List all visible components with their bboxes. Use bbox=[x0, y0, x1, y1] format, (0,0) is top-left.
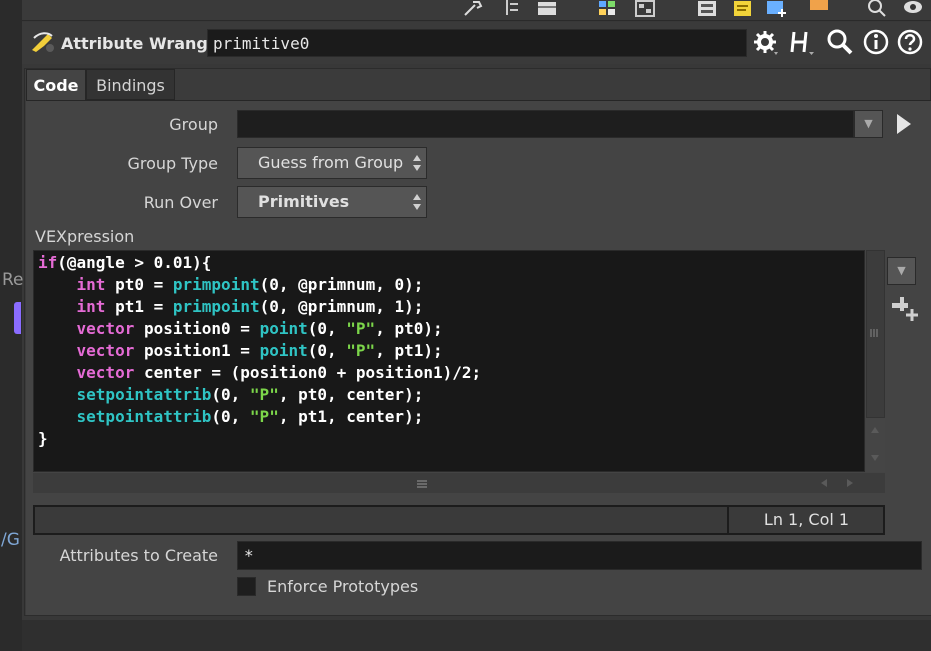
editor-vertical-scrollbar[interactable] bbox=[866, 250, 885, 472]
parameter-header: Attribute Wrangle primitive0 bbox=[22, 22, 931, 64]
run-over-value: Primitives bbox=[258, 192, 350, 211]
cursor-position: Ln 1, Col 1 bbox=[763, 510, 850, 529]
scroll-up-icon[interactable] bbox=[870, 426, 880, 434]
enforce-prototypes-label: Enforce Prototypes bbox=[267, 577, 419, 596]
search-icon[interactable] bbox=[826, 28, 854, 56]
info-icon[interactable] bbox=[862, 28, 890, 56]
node-type-label: Attribute Wrangle bbox=[61, 34, 225, 53]
code-line: setpointattrib(0, "P", pt0, center); bbox=[76, 385, 424, 404]
group-dropdown-button[interactable]: ▼ bbox=[854, 110, 883, 138]
grid-icon[interactable] bbox=[596, 0, 618, 17]
left-accent-tab[interactable] bbox=[14, 302, 21, 334]
layout-icon[interactable] bbox=[634, 0, 656, 17]
run-over-menu[interactable]: Primitives bbox=[237, 186, 427, 218]
group-label: Group bbox=[169, 115, 218, 134]
scroll-left-icon[interactable] bbox=[819, 478, 829, 488]
code-line: int pt0 = primpoint(0, @primnum, 0); bbox=[76, 275, 424, 294]
code-line: if(@angle > 0.01){ bbox=[38, 253, 212, 272]
node-name-input[interactable]: primitive0 bbox=[207, 29, 747, 57]
list-icon[interactable] bbox=[502, 0, 524, 17]
eye-icon[interactable] bbox=[902, 0, 924, 17]
code-line: vector position1 = point(0, "P", pt1); bbox=[76, 341, 443, 360]
code-line: vector position0 = point(0, "P", pt0); bbox=[76, 319, 443, 338]
vexpression-label: VEXpression bbox=[35, 227, 135, 246]
panel-icon[interactable] bbox=[536, 0, 558, 17]
help-icon[interactable] bbox=[896, 28, 924, 56]
bottom-area bbox=[22, 620, 931, 651]
create-spare-params-icon[interactable] bbox=[890, 295, 920, 323]
wrangle-node-icon bbox=[32, 32, 54, 52]
menu-arrows-icon bbox=[413, 194, 421, 210]
code-line: int pt1 = primpoint(0, @primnum, 1); bbox=[76, 297, 424, 316]
code-text[interactable]: if(@angle > 0.01){ int pt0 = primpoint(0… bbox=[38, 252, 481, 450]
attributes-to-create-input[interactable]: * bbox=[237, 541, 922, 570]
gear-icon[interactable] bbox=[752, 28, 780, 56]
menu-arrows-icon bbox=[413, 155, 421, 171]
network-icon[interactable] bbox=[696, 0, 718, 17]
top-toolbar bbox=[22, 0, 931, 21]
tab-bindings[interactable]: Bindings bbox=[86, 69, 175, 100]
scroll-right-icon[interactable] bbox=[845, 478, 855, 488]
note-icon[interactable] bbox=[732, 0, 754, 17]
vex-presets-dropdown[interactable]: ▼ bbox=[887, 257, 916, 285]
scroll-down-icon[interactable] bbox=[870, 454, 880, 462]
editor-horizontal-scrollbar[interactable] bbox=[33, 473, 885, 493]
left-partial-label: Re bbox=[2, 270, 24, 290]
resize-grip-icon[interactable] bbox=[869, 327, 881, 339]
group-input[interactable] bbox=[237, 110, 854, 138]
code-line: setpointattrib(0, "P", pt1, center); bbox=[76, 407, 424, 426]
tab-code[interactable]: Code bbox=[26, 69, 86, 100]
image-add-icon[interactable] bbox=[766, 0, 788, 17]
resize-grip-icon[interactable] bbox=[415, 478, 429, 488]
wrench-icon[interactable] bbox=[462, 0, 484, 17]
box-icon[interactable] bbox=[808, 0, 830, 17]
run-over-label: Run Over bbox=[143, 193, 218, 212]
left-partial-path: /G bbox=[1, 530, 20, 550]
help-h-icon[interactable] bbox=[788, 28, 816, 56]
code-line: vector center = (position0 + position1)/… bbox=[76, 363, 482, 382]
select-arrow-icon[interactable] bbox=[893, 110, 915, 138]
group-type-label: Group Type bbox=[127, 154, 218, 173]
search-icon[interactable] bbox=[866, 0, 888, 17]
group-type-value: Guess from Group bbox=[258, 153, 404, 172]
group-type-menu[interactable]: Guess from Group bbox=[237, 147, 427, 179]
attributes-to-create-label: Attributes to Create bbox=[59, 546, 218, 565]
enforce-prototypes-checkbox[interactable] bbox=[237, 577, 256, 596]
code-line: } bbox=[38, 429, 48, 448]
